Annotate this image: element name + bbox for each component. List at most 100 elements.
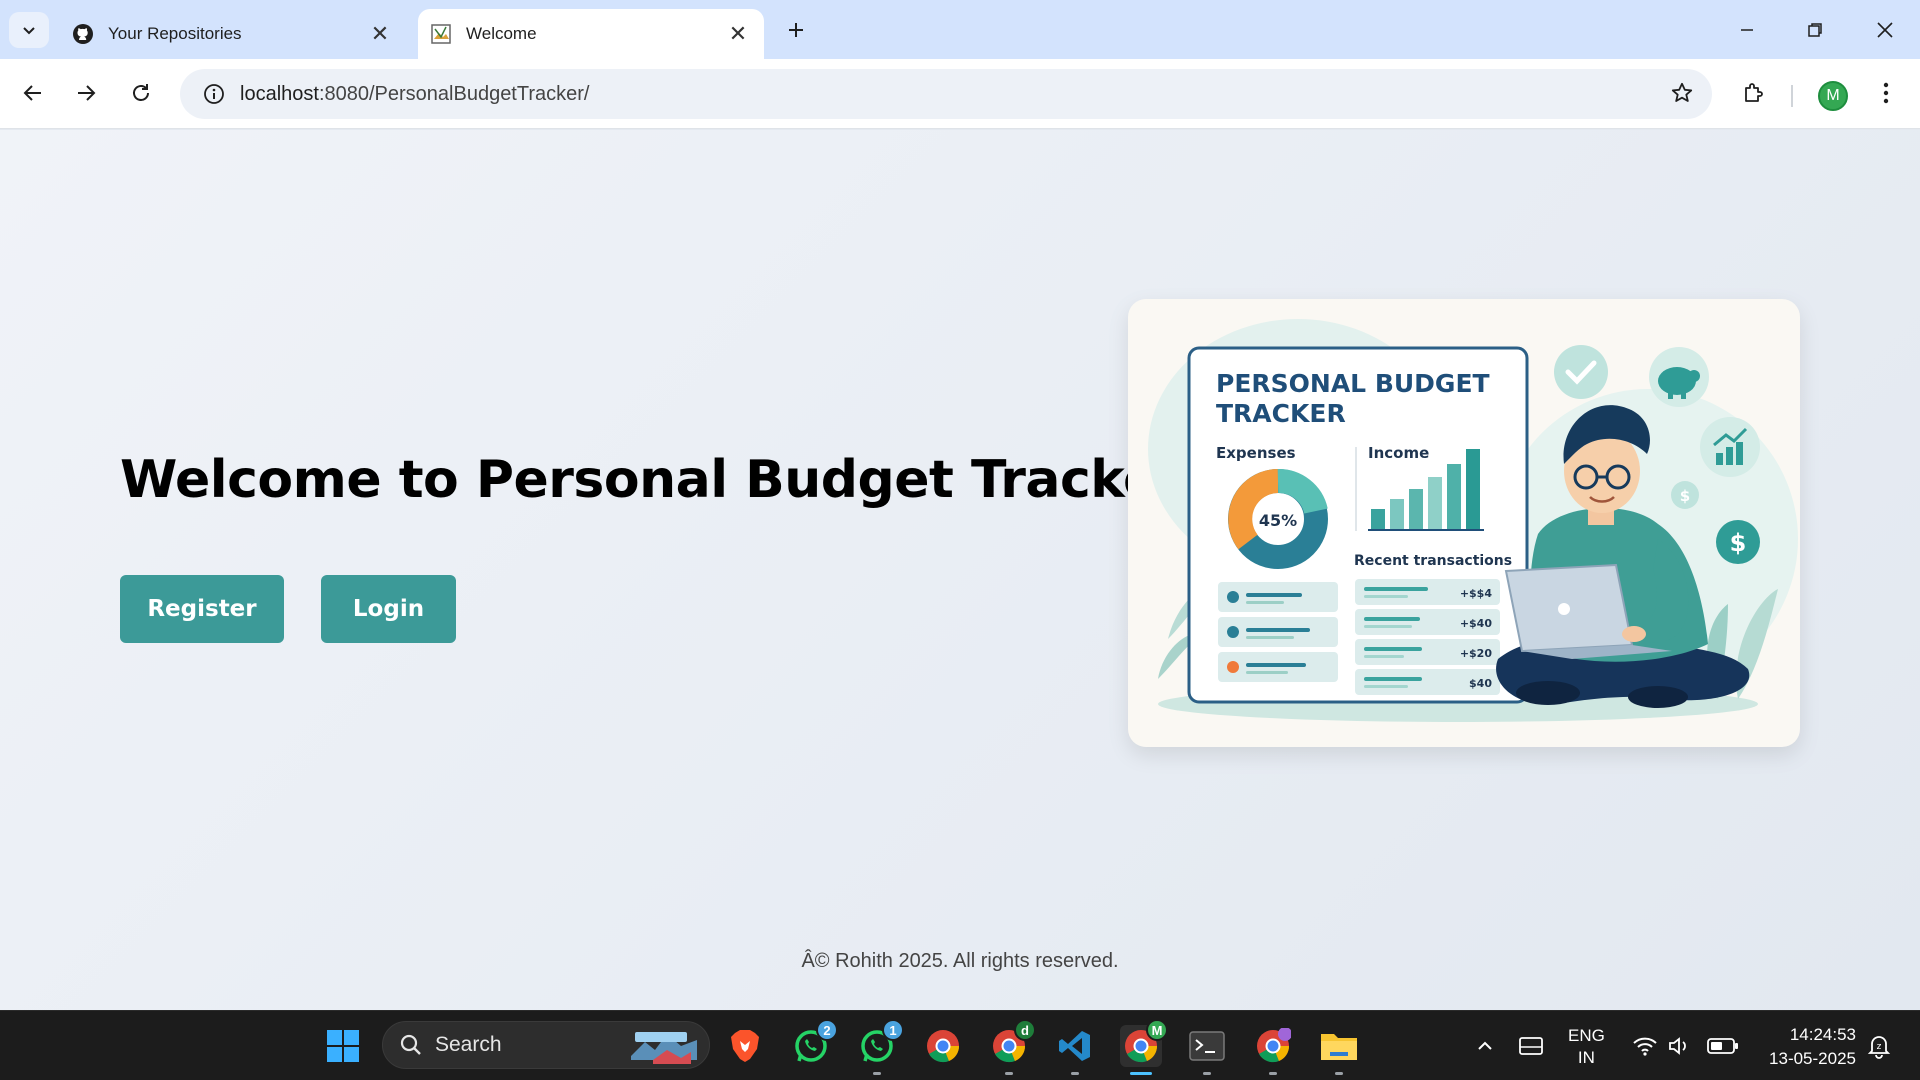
toolbar-separator [1791,85,1793,107]
page-title: Welcome to Personal Budget Tracker [120,450,1183,510]
taskbar-chrome-active[interactable]: M [1120,1019,1168,1075]
donut-percent: 45% [1259,511,1297,530]
notification-badge: 1 [882,1019,904,1041]
taskbar-whatsapp-2[interactable]: 1 [856,1019,904,1075]
brave-lion-icon [731,1030,759,1062]
dollar-coin-icon: $ [1671,481,1699,509]
taskbar-whatsapp[interactable]: 2 [790,1019,838,1067]
arrow-left-icon [23,85,41,101]
taskbar-chrome-profile-2[interactable] [1252,1025,1294,1075]
svg-text:z: z [1877,1042,1882,1052]
back-button[interactable] [13,73,53,113]
search-highlight-image-icon [631,1032,697,1064]
expenses-label: Expenses [1216,444,1296,462]
clock-time: 14:24:53 [1789,1025,1856,1044]
extensions-button[interactable] [1734,73,1774,113]
dollar-coin-icon: $ [1716,520,1760,564]
url-text: localhost:8080/PersonalBudgetTracker/ [240,83,589,106]
tab-search-button[interactable] [9,12,49,48]
chrome-icon [927,1030,960,1063]
url-path: :8080/PersonalBudgetTracker/ [318,82,590,105]
budget-tracker-illustration: PERSONAL BUDGET TRACKER Expenses Income … [1128,299,1800,747]
menu-button[interactable] [1866,73,1906,113]
restore-icon [1808,23,1822,37]
taskbar-search[interactable]: Search [382,1021,710,1069]
login-button[interactable]: Login [321,575,456,643]
taskbar-vscode[interactable] [1054,1025,1096,1075]
battery-icon[interactable] [1702,1025,1744,1067]
running-indicator [1335,1072,1343,1075]
windows-logo-icon [327,1030,359,1062]
transaction-amount: $40 [1469,677,1492,690]
show-hidden-icons-button[interactable] [1464,1025,1506,1067]
notification-center-button[interactable]: z [1858,1025,1900,1067]
expenses-donut-chart: 45% [1228,469,1328,569]
taskbar-terminal[interactable] [1186,1025,1228,1075]
close-window-button[interactable] [1860,8,1910,52]
browser-toolbar: localhost:8080/PersonalBudgetTracker/ M [0,59,1920,129]
minimize-button[interactable] [1722,8,1772,52]
minimize-icon [1741,29,1753,31]
checkmark-icon [1554,345,1608,399]
taskbar: Search 2 1 d M ENG IN 14:24:53 13-05-202… [0,1010,1920,1080]
profile-avatar[interactable]: M [1818,81,1848,111]
tab-welcome[interactable]: Welcome ✕ [418,9,764,59]
bookmark-star-icon[interactable] [1670,81,1694,110]
arrow-right-icon [78,85,96,101]
restore-button[interactable] [1790,8,1840,52]
transaction-amount: +$40 [1460,617,1493,630]
notification-badge: 2 [816,1019,838,1041]
taskbar-file-explorer[interactable] [1318,1025,1360,1075]
profile-badge: d [1014,1019,1036,1041]
address-bar[interactable]: localhost:8080/PersonalBudgetTracker/ [180,69,1712,119]
region-code: IN [1577,1048,1595,1067]
tab-your-repositories[interactable]: Your Repositories ✕ [60,9,406,59]
taskbar-chrome[interactable] [922,1025,964,1067]
chrome-icon [1257,1028,1291,1063]
vscode-icon [1059,1031,1090,1061]
notification-bell-icon: z [1867,1036,1891,1059]
illustration-svg: PERSONAL BUDGET TRACKER Expenses Income … [1148,319,1798,722]
running-indicator [1005,1072,1013,1075]
tray-display-icon[interactable] [1510,1025,1552,1067]
search-icon [400,1034,421,1055]
reload-button[interactable] [121,73,161,113]
close-tab-icon[interactable]: ✕ [366,20,394,48]
taskbar-chrome-profile-d[interactable]: d [988,1019,1036,1075]
taskbar-brave[interactable] [724,1025,766,1067]
running-indicator [873,1072,881,1075]
tab-title: Your Repositories [108,24,242,43]
running-indicator [1203,1072,1211,1075]
language-code: ENG [1568,1026,1605,1045]
broken-image-icon [430,23,452,45]
close-tab-icon[interactable]: ✕ [724,20,752,48]
new-tab-button[interactable] [780,14,812,46]
chevron-up-icon [1478,1041,1492,1050]
running-indicator [1269,1072,1277,1075]
terminal-icon [1189,1031,1225,1061]
illustration-title-line2: TRACKER [1216,399,1346,428]
plus-icon [789,23,803,37]
tab-strip: Your Repositories ✕ Welcome ✕ [0,0,1920,59]
reload-icon [133,84,149,101]
url-host: localhost [240,82,319,105]
forward-button[interactable] [66,73,106,113]
transaction-amount: +$20 [1460,647,1493,660]
clock-date: 13-05-2025 [1769,1049,1856,1068]
page-content: Welcome to Personal Budget Tracker Regis… [0,130,1920,1010]
svg-text:$: $ [1730,529,1747,557]
volume-icon[interactable] [1658,1025,1700,1067]
expense-list [1218,582,1338,682]
chart-growth-icon [1700,417,1760,477]
start-button[interactable] [322,1025,364,1067]
github-icon [72,23,94,45]
register-button[interactable]: Register [120,575,284,643]
more-vertical-icon [1883,82,1889,104]
input-language-indicator[interactable]: ENG IN [1568,1025,1605,1069]
tab-title: Welcome [466,24,537,43]
page-footer: Â© Rohith 2025. All rights reserved. [801,950,1119,972]
system-clock[interactable]: 14:24:53 13-05-2025 [1760,1023,1856,1071]
search-placeholder: Search [435,1033,502,1056]
site-info-icon[interactable] [188,83,240,105]
piggy-bank-icon [1649,347,1709,407]
